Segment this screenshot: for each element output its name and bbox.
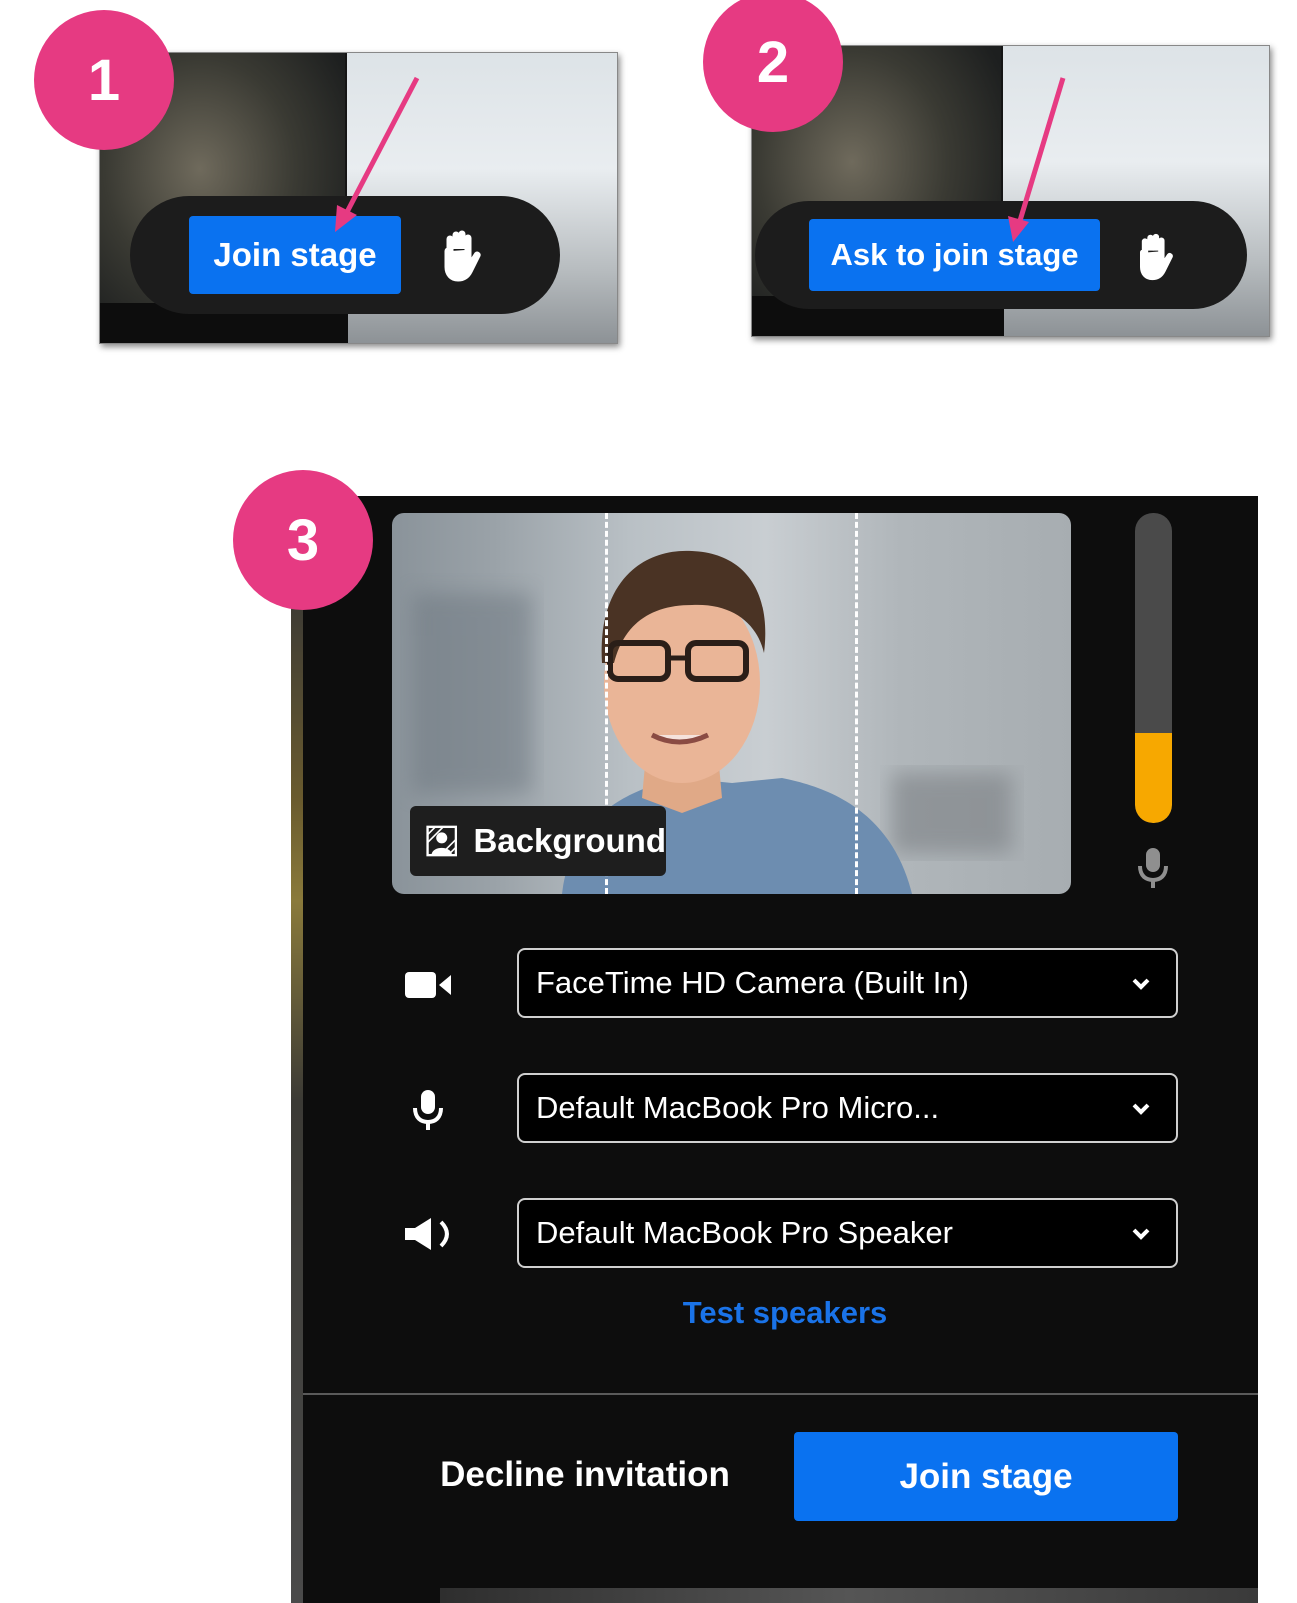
microphone-select-value: Default MacBook Pro Micro...	[536, 1090, 940, 1125]
footer-divider	[303, 1393, 1258, 1395]
chevron-down-icon	[1132, 1103, 1150, 1115]
camera-icon	[405, 972, 451, 998]
speaker-select-value: Default MacBook Pro Speaker	[536, 1215, 953, 1250]
join-stage-confirm-button[interactable]: Join stage	[794, 1432, 1178, 1521]
test-speakers-link[interactable]: Test speakers	[600, 1295, 970, 1331]
mic-level-fill	[1135, 733, 1172, 823]
microphone-icon	[413, 1090, 443, 1130]
background-label: Background	[473, 822, 666, 859]
speaker-icon	[405, 1218, 449, 1250]
step-badge-3: 3	[233, 470, 373, 610]
mic-level-meter	[1135, 513, 1172, 823]
background-effects-button[interactable]: Background	[410, 806, 666, 876]
chevron-down-icon	[1132, 978, 1150, 990]
background-effects-icon	[426, 825, 458, 857]
pointer-arrows	[335, 76, 1066, 242]
microphone-icon	[1138, 848, 1168, 888]
microphone-select[interactable]: Default MacBook Pro Micro...	[517, 1073, 1178, 1143]
camera-select[interactable]: FaceTime HD Camera (Built In)	[517, 948, 1178, 1018]
speaker-select[interactable]: Default MacBook Pro Speaker	[517, 1198, 1178, 1268]
camera-select-value: FaceTime HD Camera (Built In)	[536, 965, 969, 1000]
decline-invitation-button[interactable]: Decline invitation	[420, 1455, 750, 1495]
chevron-down-icon	[1132, 1228, 1150, 1240]
